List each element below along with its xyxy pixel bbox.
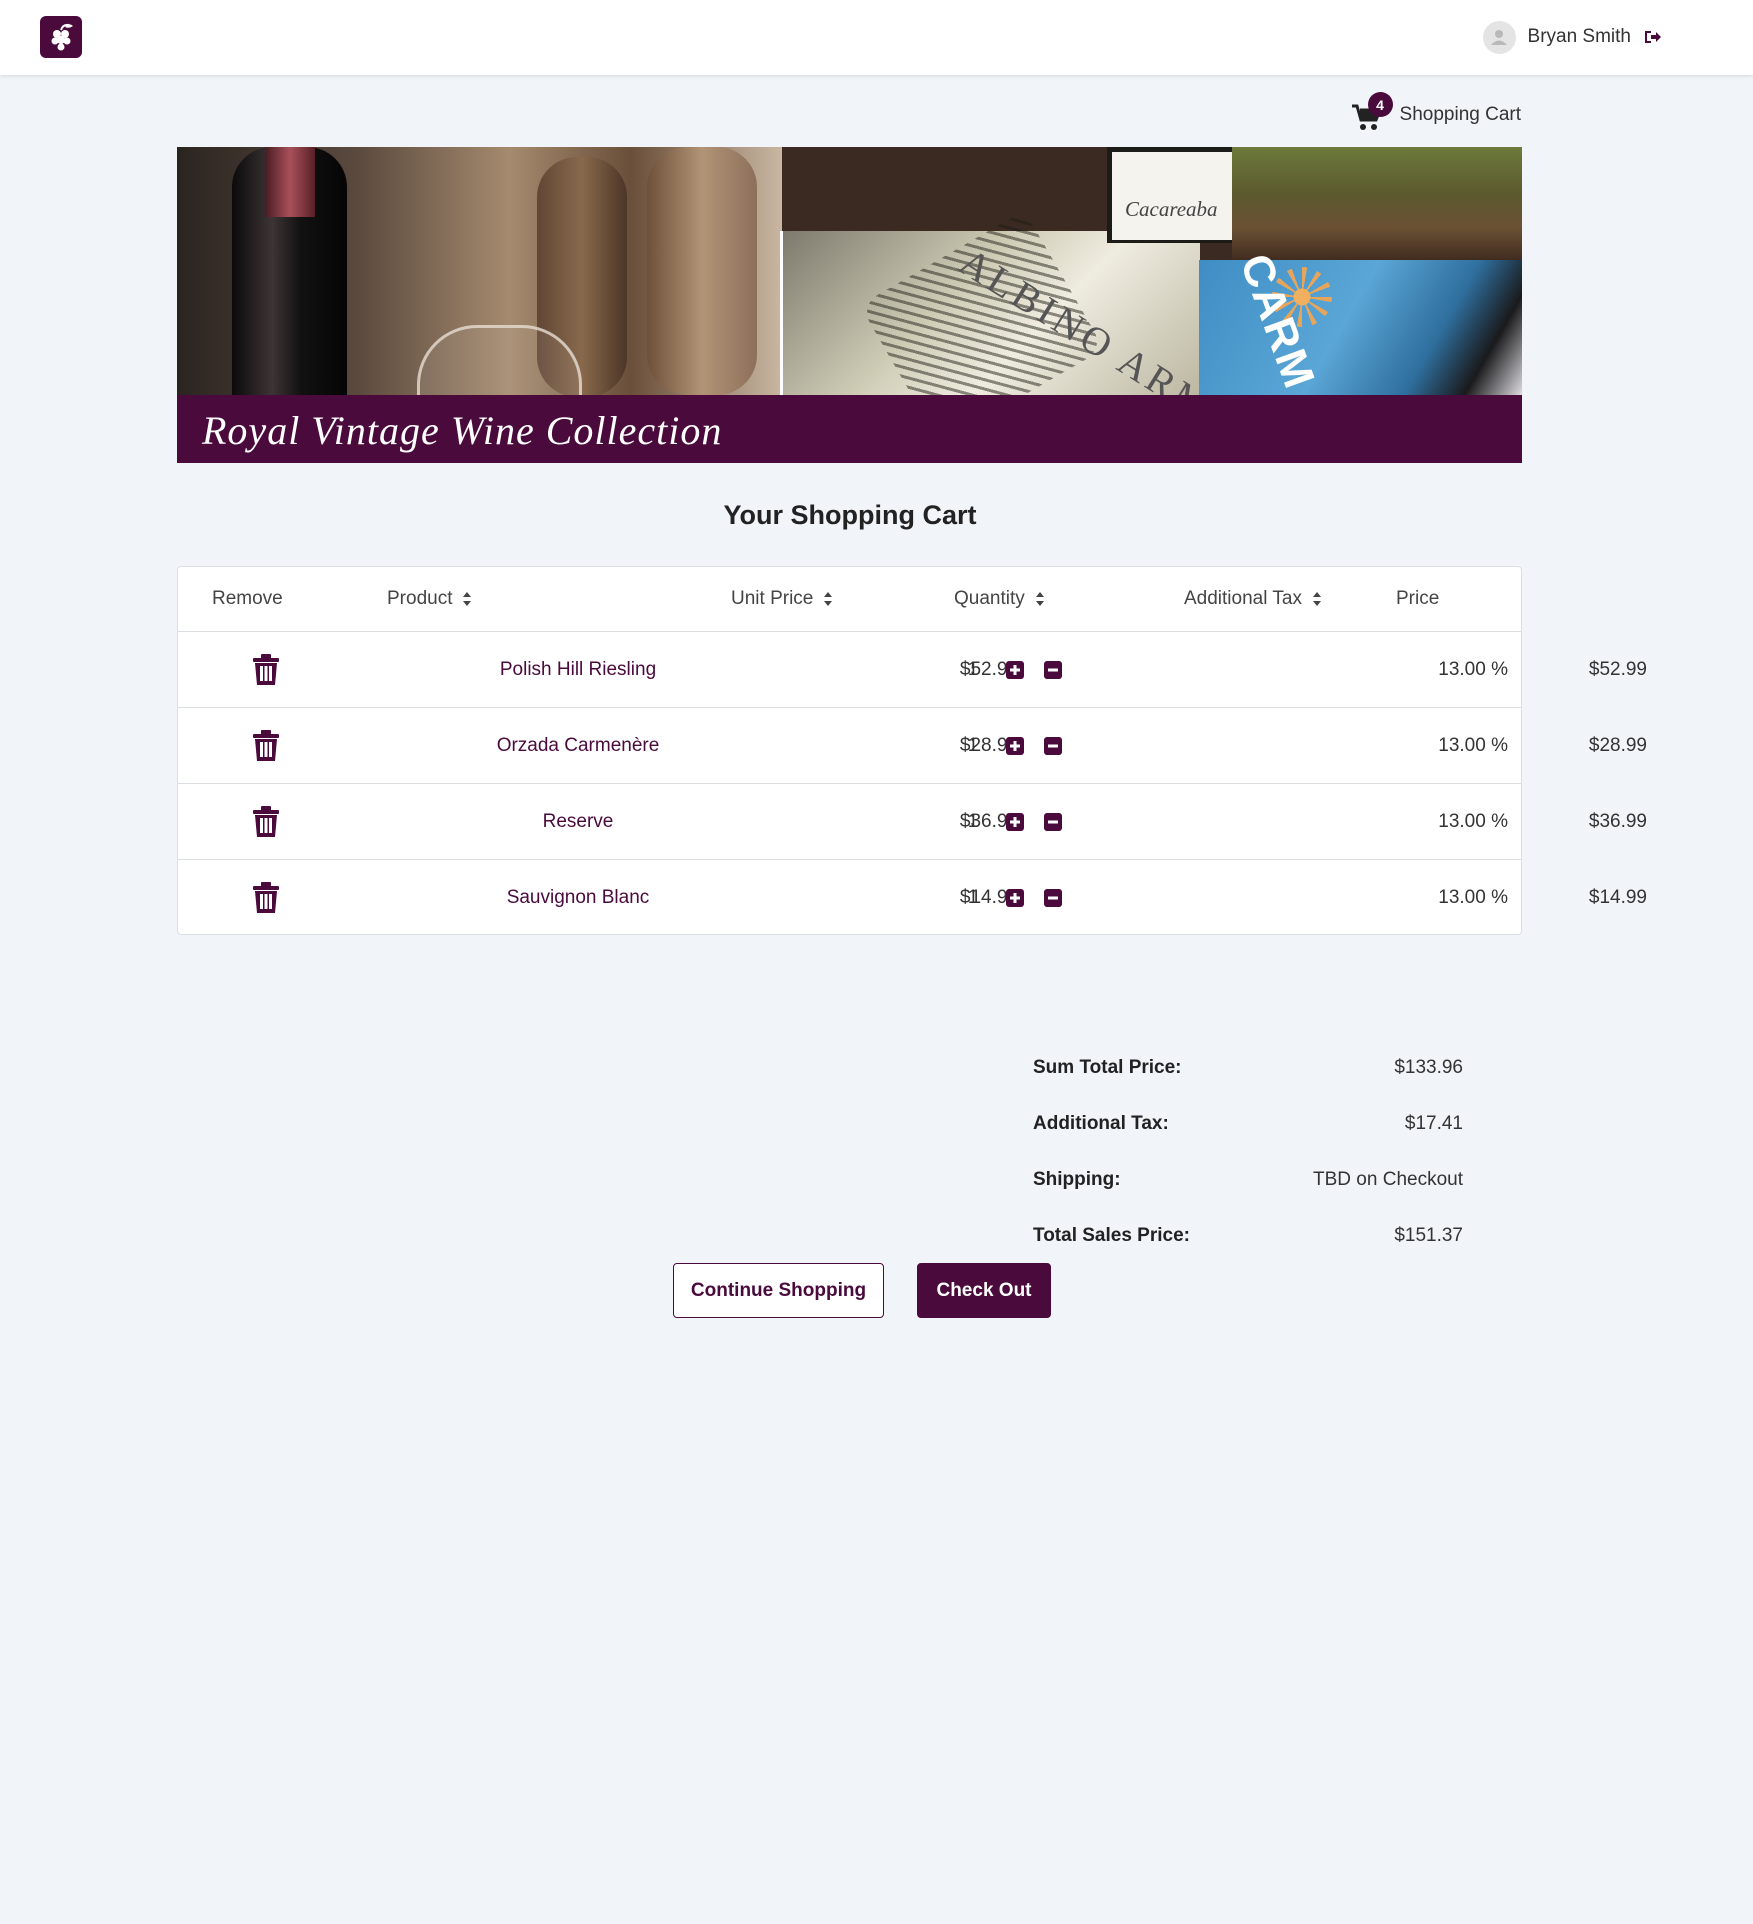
quantity-value: 1 — [967, 810, 979, 832]
trash-icon[interactable] — [250, 784, 282, 859]
column-header-price: Price — [1396, 567, 1439, 631]
table-header-row: Remove Product Unit Price Quantity Addit… — [178, 567, 1521, 632]
additional-tax-total: $17.41 — [1404, 1113, 1463, 1134]
hero-banner: ALBINO ARMAS Cacareaba CARM Royal Vintag… — [177, 147, 1522, 463]
summary-row-additional-tax: Additional Tax: $17.41 — [1033, 1096, 1463, 1152]
plus-square-icon[interactable] — [1003, 632, 1027, 707]
column-header-unit-price[interactable]: Unit Price — [731, 567, 833, 631]
top-navbar: Bryan Smith — [0, 0, 1753, 75]
sum-total-value: $133.96 — [1394, 1057, 1463, 1078]
summary-row-shipping: Shipping: TBD on Checkout — [1033, 1152, 1463, 1208]
page-title: Your Shopping Cart — [723, 500, 977, 530]
banner-title-bar: Royal Vintage Wine Collection — [177, 395, 1522, 463]
row-price: $36.99 — [1588, 810, 1647, 832]
shopping-cart-icon[interactable]: 4 — [1351, 92, 1393, 130]
banner-wine-glass — [417, 325, 582, 405]
user-menu: Bryan Smith — [1482, 19, 1661, 55]
banner-bottle-neck — [265, 147, 315, 217]
quantity-value: 1 — [967, 887, 979, 908]
summary-row-total-sales: Total Sales Price: $151.37 — [1033, 1208, 1463, 1264]
product-link[interactable]: Polish Hill Riesling — [378, 632, 778, 707]
column-header-quantity-label[interactable]: Quantity — [954, 588, 1025, 610]
row-price: $14.99 — [1588, 887, 1647, 908]
cart-count-badge: 4 — [1367, 92, 1393, 117]
additional-tax-label: Additional Tax: — [1033, 1113, 1169, 1134]
plus-square-icon[interactable] — [1003, 860, 1027, 936]
column-header-product[interactable]: Product — [387, 567, 472, 631]
quantity-value: 1 — [967, 734, 979, 756]
quantity-value: 1 — [967, 658, 979, 680]
shopping-cart-link[interactable]: 4 Shopping Cart — [1351, 92, 1521, 130]
user-name[interactable]: Bryan Smith — [1528, 26, 1631, 48]
shipping-label: Shipping: — [1033, 1169, 1121, 1190]
plus-square-icon[interactable] — [1003, 708, 1027, 783]
column-header-remove-label: Remove — [212, 588, 283, 609]
product-link[interactable]: Orzada Carmenère — [378, 708, 778, 783]
table-row: Orzada Carmenère $28.99 1 13.00 % $28.99 — [178, 708, 1647, 784]
column-header-additional-tax-label[interactable]: Additional Tax — [1184, 588, 1302, 610]
minus-square-icon[interactable] — [1041, 708, 1065, 783]
order-summary: Sum Total Price: $133.96 Additional Tax:… — [1033, 1040, 1463, 1264]
sort-icon[interactable] — [823, 591, 833, 607]
trash-icon[interactable] — [250, 632, 282, 707]
column-header-remove: Remove — [212, 567, 283, 631]
shopping-cart-label[interactable]: Shopping Cart — [1400, 104, 1521, 130]
sort-icon[interactable] — [1312, 591, 1322, 607]
column-header-price-label: Price — [1396, 588, 1440, 609]
check-out-button[interactable]: Check Out — [917, 1263, 1051, 1318]
row-price: $28.99 — [1588, 734, 1647, 756]
trash-icon[interactable] — [250, 860, 282, 936]
product-link[interactable]: Reserve — [378, 784, 778, 859]
total-sales-label: Total Sales Price: — [1033, 1225, 1190, 1246]
table-row: Reserve $36.99 1 13.00 % $36.99 — [178, 784, 1647, 860]
column-header-product-label[interactable]: Product — [387, 588, 452, 610]
plus-square-icon[interactable] — [1003, 784, 1027, 859]
trash-icon[interactable] — [250, 708, 282, 783]
cart-table: Remove Product Unit Price Quantity Addit… — [177, 566, 1647, 936]
column-header-quantity[interactable]: Quantity — [954, 567, 1045, 631]
banner-title: Royal Vintage Wine Collection — [202, 408, 723, 453]
user-avatar-icon[interactable] — [1482, 20, 1516, 54]
minus-square-icon[interactable] — [1041, 632, 1065, 707]
row-price: $52.99 — [1588, 658, 1647, 680]
minus-square-icon[interactable] — [1041, 784, 1065, 859]
minus-square-icon[interactable] — [1041, 860, 1065, 936]
banner-bottle-label — [1112, 152, 1232, 240]
banner-barrel — [647, 147, 757, 395]
continue-shopping-button[interactable]: Continue Shopping — [673, 1263, 884, 1318]
column-header-unit-price-label[interactable]: Unit Price — [731, 588, 813, 610]
shipping-value: TBD on Checkout — [1313, 1169, 1463, 1190]
table-row: Sauvignon Blanc $14.99 1 13.00 % $14.99 — [178, 860, 1647, 936]
grapes-logo-icon[interactable] — [40, 16, 82, 58]
total-sales-value: $151.37 — [1394, 1225, 1463, 1246]
sign-out-icon[interactable] — [1643, 29, 1661, 45]
sort-icon[interactable] — [462, 591, 472, 607]
summary-row-sum-total: Sum Total Price: $133.96 — [1033, 1040, 1463, 1096]
column-header-additional-tax[interactable]: Additional Tax — [1184, 567, 1322, 631]
banner-vineyard-photo — [1232, 147, 1522, 262]
banner-bottle-label-text: Cacareaba — [1125, 197, 1218, 221]
sum-total-label: Sum Total Price: — [1033, 1057, 1182, 1078]
table-row: Polish Hill Riesling $52.99 1 13.00 % $5… — [178, 632, 1647, 708]
sort-icon[interactable] — [1035, 591, 1045, 607]
product-link[interactable]: Sauvignon Blanc — [378, 860, 778, 936]
